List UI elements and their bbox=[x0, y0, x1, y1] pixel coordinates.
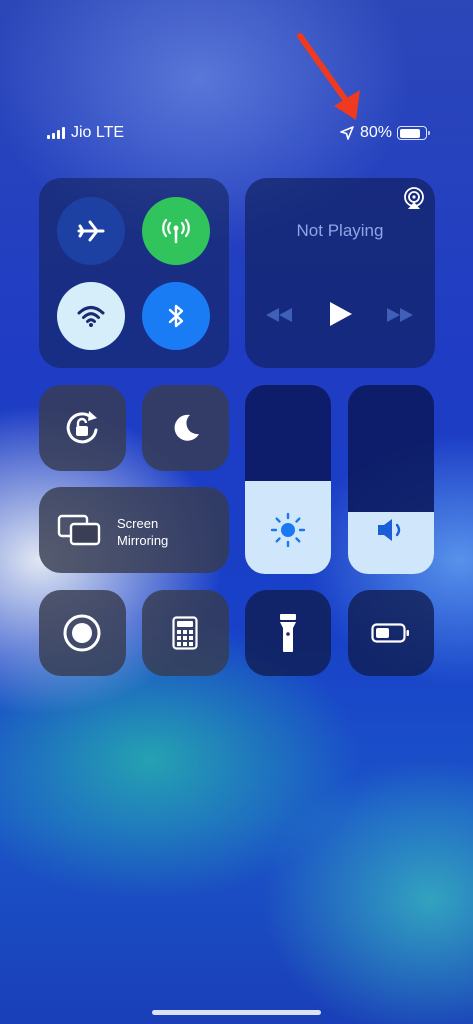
bluetooth-toggle[interactable] bbox=[142, 282, 210, 350]
brightness-slider[interactable] bbox=[245, 385, 331, 574]
now-playing-title: Not Playing bbox=[296, 221, 384, 240]
rotation-lock-icon bbox=[66, 411, 98, 444]
cellular-data-toggle[interactable] bbox=[142, 197, 210, 265]
status-bar-right: 80% bbox=[340, 122, 430, 144]
airplane-mode-toggle[interactable] bbox=[57, 197, 125, 265]
signal-strength-icon bbox=[47, 127, 65, 139]
cellular-antenna-icon bbox=[162, 218, 190, 244]
wifi-icon bbox=[77, 306, 105, 327]
screen-mirroring-icon bbox=[57, 514, 101, 546]
speaker-icon bbox=[378, 519, 401, 541]
fast-forward-icon[interactable] bbox=[387, 308, 413, 322]
volume-slider[interactable] bbox=[348, 385, 434, 574]
screen-record-icon bbox=[63, 614, 101, 652]
annotation-arrow-icon bbox=[297, 33, 360, 120]
home-indicator[interactable] bbox=[152, 1010, 321, 1015]
airplay-audio-icon[interactable] bbox=[402, 186, 426, 210]
location-arrow-icon bbox=[340, 126, 354, 140]
moon-icon bbox=[174, 414, 199, 441]
calculator-icon bbox=[172, 616, 198, 650]
rewind-icon[interactable] bbox=[266, 308, 292, 322]
wifi-toggle[interactable] bbox=[57, 282, 125, 350]
battery-percent: 80% bbox=[359, 124, 392, 141]
sun-icon bbox=[270, 512, 306, 548]
bluetooth-icon bbox=[168, 304, 184, 328]
airplane-icon bbox=[77, 220, 105, 242]
screen-mirroring-label: Screen Mirroring bbox=[117, 516, 169, 548]
play-icon[interactable] bbox=[330, 302, 352, 326]
carrier-label: Jio LTE bbox=[71, 124, 125, 141]
low-power-battery-icon bbox=[371, 623, 409, 643]
flashlight-icon bbox=[280, 614, 296, 652]
battery-icon bbox=[397, 126, 430, 140]
status-bar-left: Jio LTE bbox=[47, 122, 124, 144]
